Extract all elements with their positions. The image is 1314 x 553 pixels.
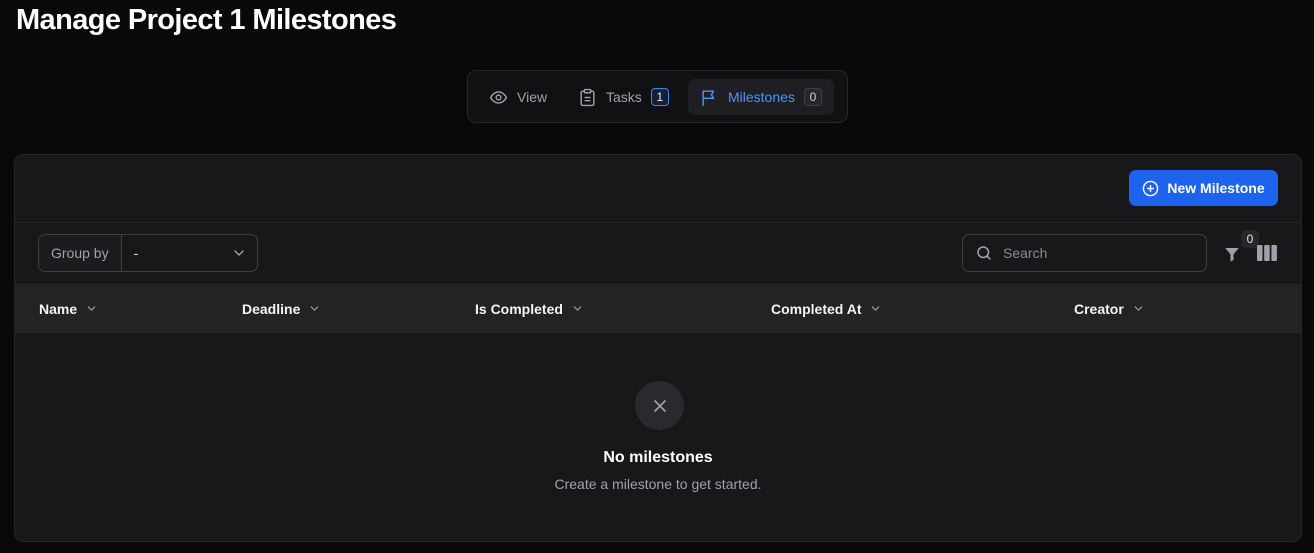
chevron-down-icon xyxy=(872,306,880,311)
column-header-label: Completed At xyxy=(771,300,862,317)
page-title: Manage Project 1 Milestones xyxy=(16,4,397,36)
column-header-is-completed[interactable]: Is Completed xyxy=(475,285,584,332)
table-header: Name Deadline Is Completed Completed At … xyxy=(15,284,1301,333)
chevron-down-icon xyxy=(311,306,319,311)
group-by-label: Group by xyxy=(39,235,122,271)
tab-milestones[interactable]: Milestones 0 xyxy=(688,79,834,115)
milestones-card: New Milestone Group by - 0 Name Deadline xyxy=(14,154,1302,542)
search-icon xyxy=(977,246,991,260)
empty-state-icon xyxy=(635,381,684,430)
column-header-name[interactable]: Name xyxy=(39,285,98,332)
column-header-completed-at[interactable]: Completed At xyxy=(771,285,882,332)
clipboard-icon xyxy=(580,88,595,106)
close-icon xyxy=(653,399,666,412)
empty-state-title: No milestones xyxy=(603,449,713,466)
group-by-select[interactable]: Group by - xyxy=(38,234,258,272)
column-header-label: Creator xyxy=(1074,300,1124,317)
search-input[interactable] xyxy=(1001,244,1194,262)
chevron-down-icon xyxy=(1134,306,1143,311)
group-by-value: - xyxy=(133,245,139,261)
column-header-label: Name xyxy=(39,300,78,317)
columns-icon[interactable] xyxy=(1257,244,1277,262)
tab-view[interactable]: View xyxy=(477,79,559,115)
plus-circle-icon xyxy=(1143,180,1159,196)
chevron-down-icon xyxy=(234,250,244,256)
chevron-down-icon xyxy=(87,306,96,311)
tab-milestones-label: Milestones xyxy=(728,89,795,105)
flag-icon xyxy=(702,89,715,106)
chevron-down-icon xyxy=(573,306,582,311)
eye-icon xyxy=(489,90,508,104)
column-header-deadline[interactable]: Deadline xyxy=(242,285,321,332)
milestones-count-badge: 0 xyxy=(803,88,822,106)
empty-state-subtitle: Create a milestone to get started. xyxy=(554,476,762,492)
tab-view-label: View xyxy=(517,89,548,105)
column-header-label: Is Completed xyxy=(475,300,563,317)
search-box xyxy=(962,234,1207,272)
filter-icon[interactable] xyxy=(1223,245,1241,263)
column-header-label: Deadline xyxy=(242,300,301,317)
card-header xyxy=(15,155,1301,223)
tasks-count-badge: 1 xyxy=(650,88,669,106)
tab-bar: View Tasks 1 Milestones 0 xyxy=(467,70,848,123)
tab-tasks[interactable]: Tasks 1 xyxy=(566,79,681,115)
column-header-creator[interactable]: Creator xyxy=(1074,285,1145,332)
new-milestone-label: New Milestone xyxy=(1167,180,1265,196)
tab-tasks-label: Tasks xyxy=(606,89,642,105)
new-milestone-button[interactable]: New Milestone xyxy=(1129,170,1278,206)
